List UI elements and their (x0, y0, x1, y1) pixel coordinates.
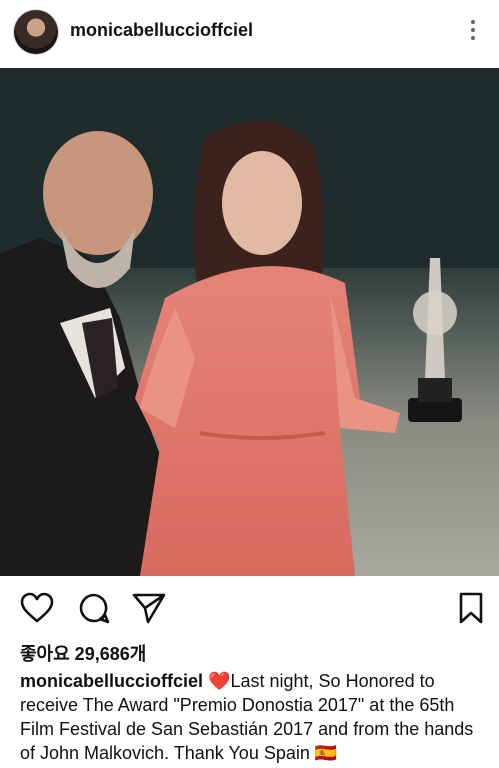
photo-illustration (0, 68, 499, 576)
comment-icon[interactable] (78, 592, 110, 624)
action-bar (0, 576, 499, 636)
avatar[interactable] (14, 10, 58, 54)
username[interactable]: monicabelluccioffciel (70, 20, 253, 41)
caption-username[interactable]: monicabelluccioffciel (20, 671, 203, 691)
send-icon[interactable] (132, 592, 166, 624)
post-footer: 좋아요 29,686개 monicabelluccioffciel ❤️Last… (0, 576, 499, 768)
heart-icon[interactable] (20, 592, 54, 624)
more-vertical-icon[interactable] (466, 18, 480, 46)
post-header: monicabelluccioffciel (0, 0, 499, 66)
bookmark-icon[interactable] (458, 592, 484, 624)
likes-count[interactable]: 좋아요 29,686개 (20, 640, 146, 666)
post-caption: monicabelluccioffciel ❤️Last night, So H… (20, 669, 482, 765)
post-photo[interactable] (0, 68, 499, 576)
